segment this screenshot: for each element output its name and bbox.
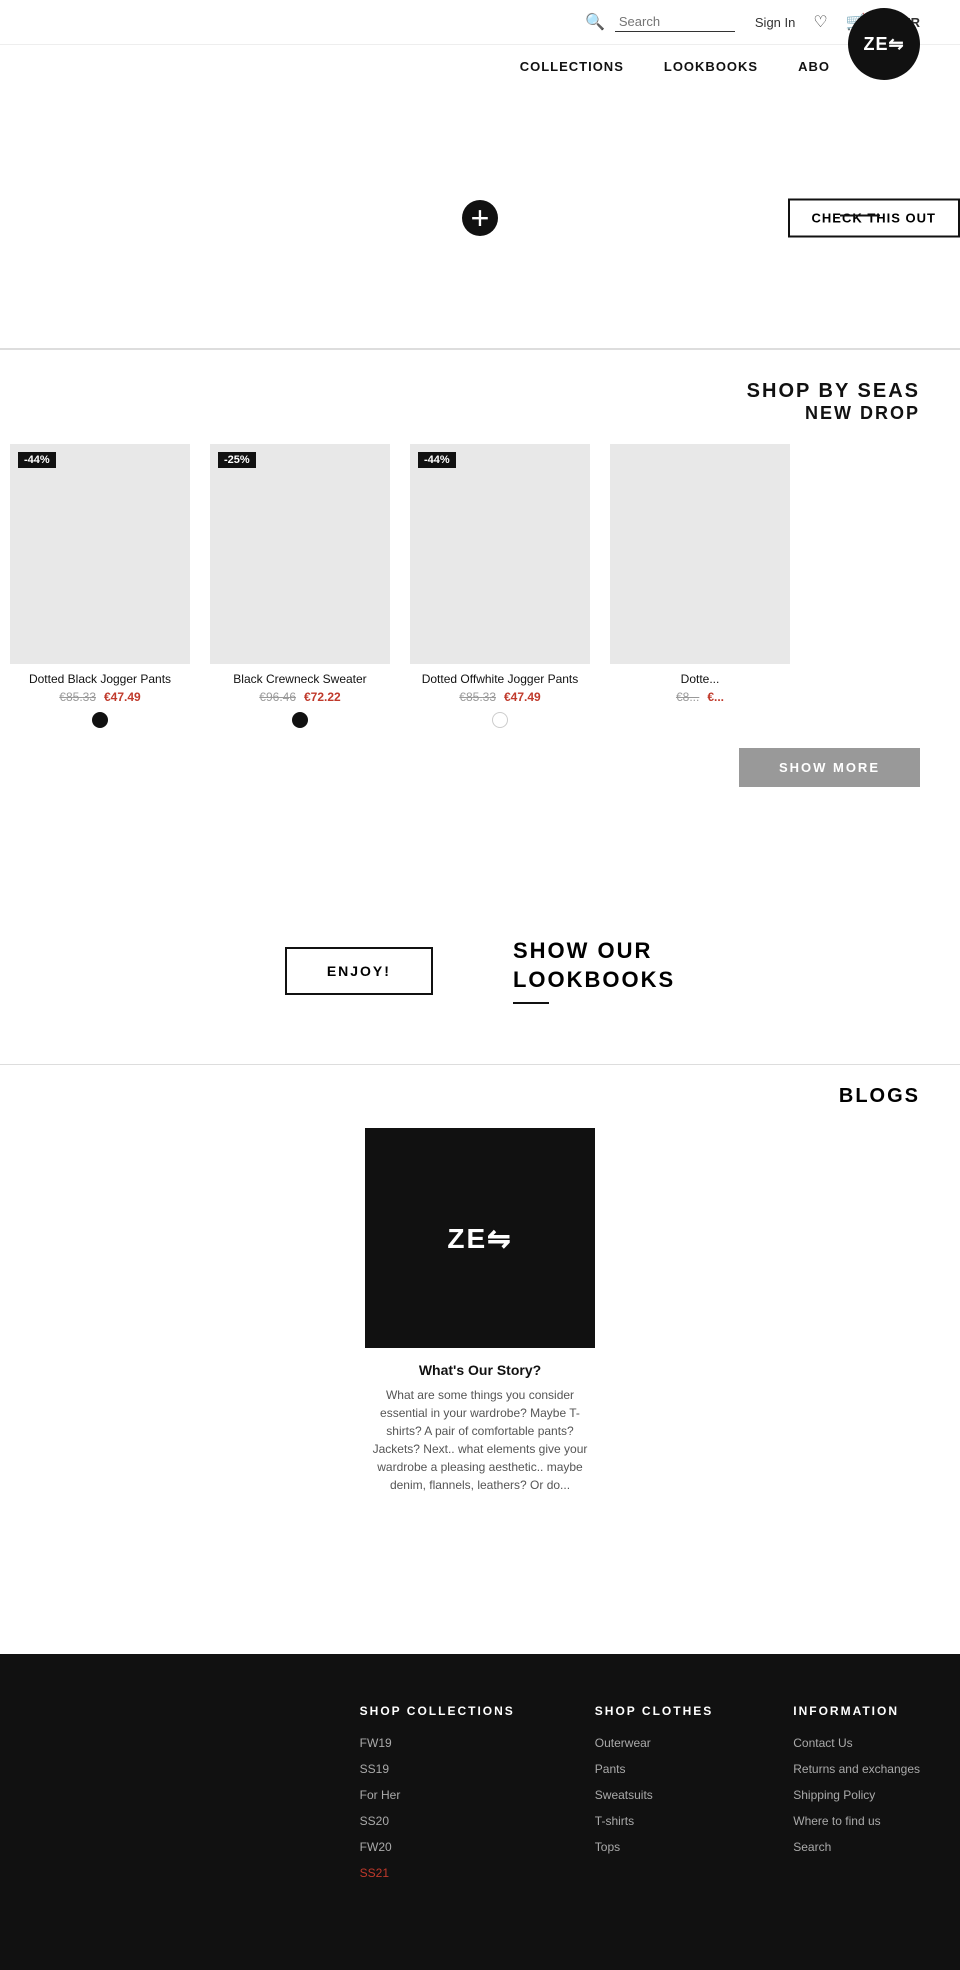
product-name: Dotted Offwhite Jogger Pants xyxy=(410,672,590,686)
footer-col-clothes: SHOP CLOTHES Outerwear Pants Sweatsuits … xyxy=(595,1704,713,1890)
blogs-title: BLOGS xyxy=(40,1085,920,1108)
hero-line xyxy=(840,215,880,217)
price-original: €85.33 xyxy=(59,690,96,704)
footer-link-pants[interactable]: Pants xyxy=(595,1762,626,1776)
footer-col-information: INFORMATION Contact Us Returns and excha… xyxy=(793,1704,920,1890)
search-input[interactable] xyxy=(615,12,735,32)
footer-link-search[interactable]: Search xyxy=(793,1840,831,1854)
check-this-button[interactable]: CHECK THIS OUT xyxy=(788,199,960,238)
footer-columns: SHOP COLLECTIONS FW19 SS19 For Her SS20 … xyxy=(40,1704,920,1890)
footer-col-heading: INFORMATION xyxy=(793,1704,920,1718)
price-original: €8... xyxy=(676,690,699,704)
color-swatch-black[interactable] xyxy=(92,712,108,728)
footer-link-outerwear[interactable]: Outerwear xyxy=(595,1736,651,1750)
footer-link-returns[interactable]: Returns and exchanges xyxy=(793,1762,920,1776)
lookbooks-title: SHOW OURLOOKBOOKS xyxy=(513,937,675,994)
lookbooks-text: SHOW OURLOOKBOOKS xyxy=(513,937,675,1004)
footer-col-links: Contact Us Returns and exchanges Shippin… xyxy=(793,1734,920,1856)
search-icon[interactable]: 🔍 xyxy=(585,12,605,32)
blog-post-title: What's Our Story? xyxy=(365,1362,595,1378)
hero-section: + CHECK THIS OUT xyxy=(0,88,960,348)
footer-link-ss19[interactable]: SS19 xyxy=(360,1762,389,1776)
product-badge: -25% xyxy=(218,452,256,468)
color-dots xyxy=(410,712,590,728)
product-badge: -44% xyxy=(18,452,56,468)
footer-col-heading: SHOP COLLECTIONS xyxy=(360,1704,515,1718)
wishlist-icon[interactable]: ♡ xyxy=(813,12,827,32)
footer-col-links: FW19 SS19 For Her SS20 FW20 SS21 xyxy=(360,1734,515,1882)
product-card[interactable]: Dotte... €8... €... xyxy=(600,444,800,728)
footer-link-where[interactable]: Where to find us xyxy=(793,1814,880,1828)
footer-link-ss21[interactable]: SS21 xyxy=(360,1866,389,1880)
product-prices: €8... €... xyxy=(610,690,790,704)
color-swatch-white[interactable] xyxy=(492,712,508,728)
footer-link-shipping[interactable]: Shipping Policy xyxy=(793,1788,875,1802)
show-more-button[interactable]: SHOW MORE xyxy=(739,748,920,787)
footer: SHOP COLLECTIONS FW19 SS19 For Her SS20 … xyxy=(0,1654,960,1970)
product-prices: €85.33 €47.49 xyxy=(410,690,590,704)
blog-card[interactable]: ZE⇋ What's Our Story? What are some thin… xyxy=(365,1128,595,1494)
blog-image: ZE⇋ xyxy=(365,1128,595,1348)
price-sale: €47.49 xyxy=(104,690,141,704)
product-prices: €96.46 €72.22 xyxy=(210,690,390,704)
color-dots xyxy=(210,712,390,728)
blog-post-excerpt: What are some things you consider essent… xyxy=(365,1386,595,1494)
price-sale: €72.22 xyxy=(304,690,341,704)
logo[interactable]: ZE⇋ xyxy=(848,8,920,80)
product-name: Dotted Black Jogger Pants xyxy=(10,672,190,686)
nav-about[interactable]: ABO xyxy=(798,59,830,74)
blog-logo: ZE⇋ xyxy=(447,1222,512,1255)
show-more-wrap: SHOW MORE xyxy=(0,738,960,817)
nav-collections[interactable]: COLLECTIONS xyxy=(520,59,624,74)
product-card[interactable]: -25% Black Crewneck Sweater €96.46 €72.2… xyxy=(200,444,400,728)
signin-link[interactable]: Sign In xyxy=(755,15,795,30)
product-image: -44% xyxy=(410,444,590,664)
lookbooks-underline xyxy=(513,1002,549,1004)
price-sale: €... xyxy=(707,690,724,704)
footer-col-collections: SHOP COLLECTIONS FW19 SS19 For Her SS20 … xyxy=(360,1704,515,1890)
product-prices: €85.33 €47.49 xyxy=(10,690,190,704)
main-nav: COLLECTIONS LOOKBOOKS ABO xyxy=(0,45,960,88)
footer-link-sweatsuits[interactable]: Sweatsuits xyxy=(595,1788,653,1802)
enjoy-button[interactable]: ENJOY! xyxy=(285,947,433,995)
header: 🔍 Sign In ♡ 🛒0 EUR ZE⇋ xyxy=(0,0,960,45)
logo-text: ZE⇋ xyxy=(863,34,904,55)
product-image: -44% xyxy=(10,444,190,664)
color-dots xyxy=(10,712,190,728)
footer-link-forher[interactable]: For Her xyxy=(360,1788,401,1802)
shop-by-season-header: SHOP BY SEAS NEW DROP xyxy=(0,348,960,434)
product-image xyxy=(610,444,790,664)
product-card[interactable]: -44% Dotted Black Jogger Pants €85.33 €4… xyxy=(0,444,200,728)
footer-col-heading: SHOP CLOTHES xyxy=(595,1704,713,1718)
footer-link-ss20[interactable]: SS20 xyxy=(360,1814,389,1828)
footer-link-tops[interactable]: Tops xyxy=(595,1840,620,1854)
product-name: Dotte... xyxy=(610,672,790,686)
blogs-section: BLOGS ZE⇋ What's Our Story? What are som… xyxy=(0,1064,960,1534)
footer-col-links: Outerwear Pants Sweatsuits T-shirts Tops xyxy=(595,1734,713,1856)
hero-cta: CHECK THIS OUT xyxy=(788,199,960,238)
price-original: €85.33 xyxy=(459,690,496,704)
color-swatch-black[interactable] xyxy=(292,712,308,728)
price-sale: €47.49 xyxy=(504,690,541,704)
products-row: -44% Dotted Black Jogger Pants €85.33 €4… xyxy=(0,434,960,738)
product-image: -25% xyxy=(210,444,390,664)
footer-bottom xyxy=(40,1890,920,1920)
lookbooks-section: ENJOY! SHOW OURLOOKBOOKS xyxy=(0,877,960,1064)
product-card[interactable]: -44% Dotted Offwhite Jogger Pants €85.33… xyxy=(400,444,600,728)
footer-link-tshirts[interactable]: T-shirts xyxy=(595,1814,634,1828)
product-badge: -44% xyxy=(418,452,456,468)
nav-lookbooks[interactable]: LOOKBOOKS xyxy=(664,59,758,74)
footer-link-fw20[interactable]: FW20 xyxy=(360,1840,392,1854)
footer-link-fw19[interactable]: FW19 xyxy=(360,1736,392,1750)
header-search-area: 🔍 xyxy=(585,12,735,32)
footer-link-contact[interactable]: Contact Us xyxy=(793,1736,852,1750)
hero-plus-button[interactable]: + xyxy=(462,200,498,236)
product-name: Black Crewneck Sweater xyxy=(210,672,390,686)
new-drop-subtitle: NEW DROP xyxy=(805,403,920,424)
season-title: SHOP BY SEAS xyxy=(747,380,920,403)
price-original: €96.46 xyxy=(259,690,296,704)
